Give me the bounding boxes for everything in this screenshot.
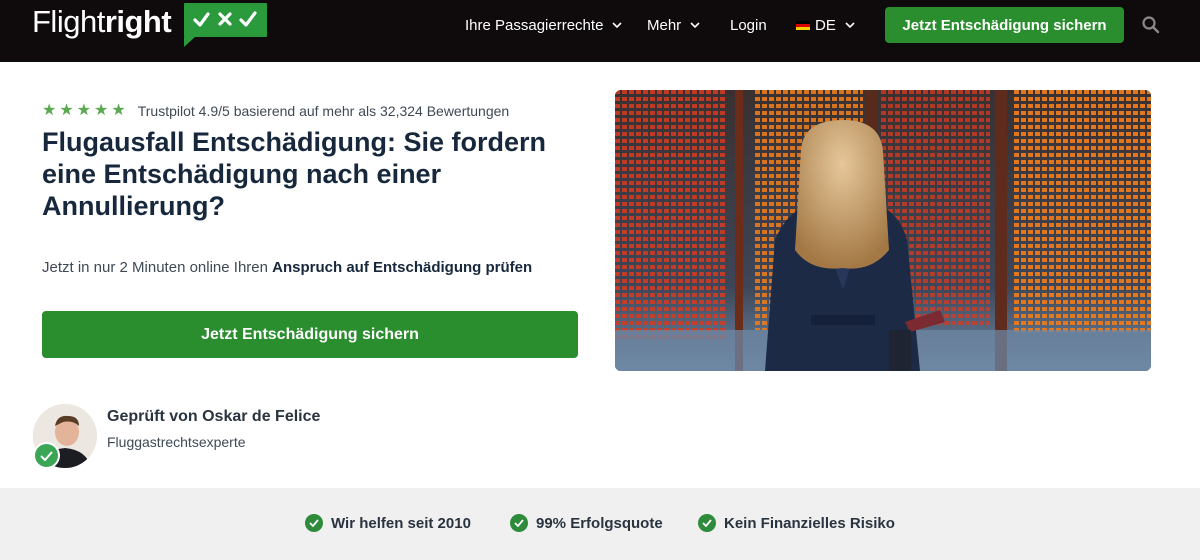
flightright-logo[interactable]: Flightright: [32, 3, 268, 47]
star-icon: ★: [94, 102, 109, 119]
german-flag-icon: [796, 20, 810, 30]
usp-label: 99% Erfolgsquote: [536, 514, 663, 532]
subtitle-text: Jetzt in nur 2 Minuten online Ihren: [42, 259, 273, 276]
nav-item-passagierrechte[interactable]: Ihre Passagierrechte: [465, 0, 622, 50]
hero-claim-button[interactable]: Jetzt Entschädigung sichern: [42, 311, 578, 358]
check-circle-icon: [510, 514, 528, 532]
nav-item-label: Ihre Passagierrechte: [465, 16, 604, 34]
hero-subtitle: Jetzt in nur 2 Minuten online Ihren Ansp…: [42, 259, 532, 276]
logo-word-light: Flight: [32, 4, 105, 39]
usp-label: Wir helfen seit 2010: [331, 514, 471, 532]
check-circle-icon: [305, 514, 323, 532]
star-icon: ★: [42, 102, 57, 119]
nav-item-mehr[interactable]: Mehr: [647, 0, 700, 50]
rating-text: Trustpilot 4.9/5 basierend auf mehr als …: [137, 103, 510, 119]
reviewer-role: Fluggastrechtsexperte: [107, 434, 246, 450]
reviewer-avatar: [33, 404, 99, 470]
usp-item: Wir helfen seit 2010: [305, 514, 471, 532]
reviewer-name: Geprüft von Oskar de Felice: [107, 408, 321, 425]
page-title: Flugausfall Entschädigung: Sie fordern e…: [42, 127, 547, 221]
top-navigation-bar: Flightright Ihre Passagierrechte Mehr Lo…: [0, 0, 1200, 62]
logo-wordmark: Flightright: [32, 3, 172, 41]
verified-check-icon: [33, 442, 60, 469]
star-icon: ★: [59, 102, 74, 119]
chevron-down-icon: [612, 22, 622, 28]
chevron-down-icon: [845, 22, 855, 28]
check-circle-icon: [698, 514, 716, 532]
nav-item-label: Mehr: [647, 16, 682, 34]
subtitle-emphasis: Anspruch auf Entschädigung prüfen: [272, 259, 533, 276]
header-claim-button[interactable]: Jetzt Entschädigung sichern: [885, 7, 1124, 43]
star-icon: ★: [111, 102, 126, 119]
logo-word-bold: right: [104, 4, 172, 39]
logo-check-bubble-icon: [184, 3, 268, 47]
nav-item-login[interactable]: Login: [730, 0, 767, 50]
nav-item-label: Login: [730, 16, 767, 34]
usp-item: Kein Finanzielles Risiko: [698, 514, 895, 532]
usp-item: 99% Erfolgsquote: [510, 514, 663, 532]
chevron-down-icon: [690, 22, 700, 28]
rating-stars: ★ ★ ★ ★ ★: [42, 103, 126, 119]
language-label: DE: [815, 16, 836, 34]
trustpilot-rating: ★ ★ ★ ★ ★ Trustpilot 4.9/5 basierend auf…: [42, 103, 510, 120]
search-icon[interactable]: [1141, 15, 1161, 35]
hero-image-departure-board: [615, 90, 1151, 371]
language-selector[interactable]: DE: [796, 0, 855, 50]
usp-label: Kein Finanzielles Risiko: [724, 514, 895, 532]
star-icon: ★: [76, 102, 92, 119]
